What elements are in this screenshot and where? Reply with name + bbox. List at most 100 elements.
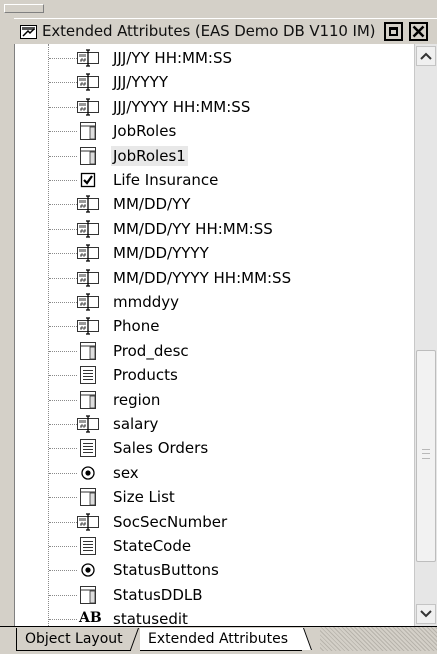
chevron-up-icon bbox=[420, 52, 432, 60]
svg-text:##: ## bbox=[80, 107, 86, 113]
tree-branch-line bbox=[49, 546, 77, 547]
checkbox-icon bbox=[77, 171, 99, 189]
tree-item-label: Products bbox=[113, 366, 178, 385]
tree-item[interactable]: ## mmddyy bbox=[15, 290, 415, 314]
tree-branch-line bbox=[49, 424, 77, 425]
dropdown-datawindow-icon bbox=[77, 390, 99, 409]
scrollbar-thumb[interactable] bbox=[416, 350, 436, 562]
tab-object-layout[interactable]: Object Layout bbox=[16, 628, 131, 651]
tree-item-label: mmddyy bbox=[113, 293, 180, 311]
panel-title-bar[interactable]: Extended Attributes (EAS Demo DB V110 IM… bbox=[14, 18, 437, 44]
tree-item-label: statusedit bbox=[113, 610, 188, 626]
tree-item-label: JJJ/YYYY bbox=[113, 73, 168, 92]
svg-text:##: ## bbox=[80, 253, 86, 259]
tree-item[interactable]: ## JJJ/YYYY bbox=[15, 70, 415, 94]
tree-branch-line bbox=[49, 326, 77, 328]
svg-text:##: ## bbox=[80, 58, 86, 64]
dock-header-strip bbox=[0, 0, 437, 18]
tree-item[interactable]: sex bbox=[15, 461, 415, 485]
tree-item-label: JobRoles bbox=[113, 122, 177, 141]
attributes-tree[interactable]: ## JJJ/YY HH:MM:SS ## JJJ/YYYY ## JJJ/YYYY HH… bbox=[14, 44, 415, 626]
close-icon bbox=[412, 25, 425, 38]
tab-strip-background bbox=[320, 627, 437, 651]
tree-item[interactable]: Sales Orders bbox=[15, 436, 415, 460]
tree-item[interactable]: Products bbox=[15, 363, 415, 387]
tree-branch-line bbox=[49, 570, 77, 572]
tab-extended-attributes[interactable]: Extended Attributes bbox=[140, 628, 303, 651]
tree-item-label: JobRoles1 bbox=[111, 145, 188, 166]
edit-mask-icon: ## bbox=[77, 73, 99, 92]
tree-item[interactable]: Prod_desc bbox=[15, 339, 415, 363]
bottom-tab-bar: Object Layout Extended Attributes bbox=[0, 626, 437, 654]
tree-item[interactable]: Size List bbox=[15, 485, 415, 509]
tree-item-label: region bbox=[113, 390, 161, 409]
tree-item[interactable]: ## JJJ/YYYY HH:MM:SS bbox=[15, 95, 415, 119]
tree-item[interactable]: AB statusedit bbox=[15, 607, 415, 626]
tree-item-label: StateCode bbox=[113, 537, 192, 555]
tree-branch-line bbox=[49, 375, 77, 377]
tree-branch-line bbox=[49, 521, 77, 523]
tree-item[interactable]: ## SocSecNumber bbox=[15, 510, 415, 534]
edit-mask-icon: ## bbox=[77, 268, 99, 287]
tree-item-label: MM/DD/YYYY HH:MM:SS bbox=[113, 268, 292, 287]
tree-item-label: Sales Orders bbox=[113, 439, 209, 458]
vertical-scrollbar[interactable] bbox=[414, 44, 437, 626]
tree-item[interactable]: region bbox=[15, 388, 415, 412]
tree-item[interactable]: ## MM/DD/YYYY bbox=[15, 241, 415, 265]
tree-item[interactable]: ## Phone bbox=[15, 314, 415, 338]
tree-branch-line bbox=[49, 472, 77, 474]
extended-attributes-icon bbox=[20, 24, 37, 39]
tree-branch-line bbox=[49, 58, 77, 59]
dock-grip-handle[interactable] bbox=[4, 4, 44, 13]
tree-item-label: Phone bbox=[113, 317, 160, 336]
maximize-button[interactable] bbox=[384, 22, 403, 41]
edit-mask-icon: ## bbox=[77, 98, 99, 116]
tree-item[interactable]: ## MM/DD/YY HH:MM:SS bbox=[15, 217, 415, 241]
dropdown-datawindow-icon bbox=[77, 122, 99, 141]
tree-item-label: SocSecNumber bbox=[113, 512, 228, 531]
tree-item[interactable]: StatusButtons bbox=[15, 558, 415, 582]
close-button[interactable] bbox=[409, 22, 428, 41]
tree-item[interactable]: ## JJJ/YY HH:MM:SS bbox=[15, 46, 415, 70]
tree-item[interactable]: ## MM/DD/YYYY HH:MM:SS bbox=[15, 266, 415, 290]
scroll-up-button[interactable] bbox=[416, 46, 436, 66]
tree-item-label: Size List bbox=[113, 488, 175, 507]
edit-mask-icon: ## bbox=[77, 49, 99, 67]
chevron-down-icon bbox=[420, 610, 432, 618]
tree-item[interactable]: StatusDDLB bbox=[15, 583, 415, 607]
tree-item-label: StatusButtons bbox=[113, 561, 219, 580]
tree-item-label: Life Insurance bbox=[113, 171, 219, 189]
tree-branch-line bbox=[49, 594, 77, 596]
edit-mask-icon: ## bbox=[77, 244, 99, 262]
dropdown-datawindow-icon bbox=[77, 146, 99, 165]
tree-branch-line bbox=[49, 448, 77, 450]
tree-item[interactable]: ## salary bbox=[15, 412, 415, 436]
svg-text:##: ## bbox=[80, 204, 86, 210]
edit-text-icon: AB bbox=[79, 610, 102, 626]
dropdown-datawindow-icon bbox=[77, 585, 99, 604]
radio-button-icon bbox=[77, 464, 99, 482]
tree-branch-line bbox=[49, 350, 77, 352]
tree-item-label: StatusDDLB bbox=[113, 585, 203, 604]
svg-text:##: ## bbox=[80, 424, 86, 430]
svg-text:##: ## bbox=[80, 278, 86, 284]
svg-text:##: ## bbox=[80, 326, 86, 332]
tree-branch-line bbox=[49, 82, 77, 84]
dropdown-datawindow-icon bbox=[77, 488, 99, 507]
scroll-down-button[interactable] bbox=[416, 604, 436, 624]
tree-item-label: MM/DD/YY HH:MM:SS bbox=[113, 219, 273, 238]
edit-mask-icon: ## bbox=[77, 195, 99, 214]
edit-mask-icon: ## bbox=[77, 415, 99, 433]
tree-item[interactable]: StateCode bbox=[15, 534, 415, 558]
tree-item[interactable]: Life Insurance bbox=[15, 168, 415, 192]
dropdown-listbox-icon bbox=[77, 439, 99, 458]
tree-item[interactable]: JobRoles1 bbox=[15, 144, 415, 168]
edit-mask-icon: ## bbox=[77, 220, 99, 238]
panel-title: Extended Attributes (EAS Demo DB V110 IM… bbox=[42, 22, 376, 40]
tree-branch-line bbox=[49, 619, 77, 621]
tree-item[interactable]: JobRoles bbox=[15, 119, 415, 143]
tree-branch-line bbox=[49, 253, 77, 255]
tree-item[interactable]: ## MM/DD/YY bbox=[15, 192, 415, 216]
svg-text:##: ## bbox=[80, 522, 86, 528]
edit-mask-icon: ## bbox=[77, 293, 99, 311]
